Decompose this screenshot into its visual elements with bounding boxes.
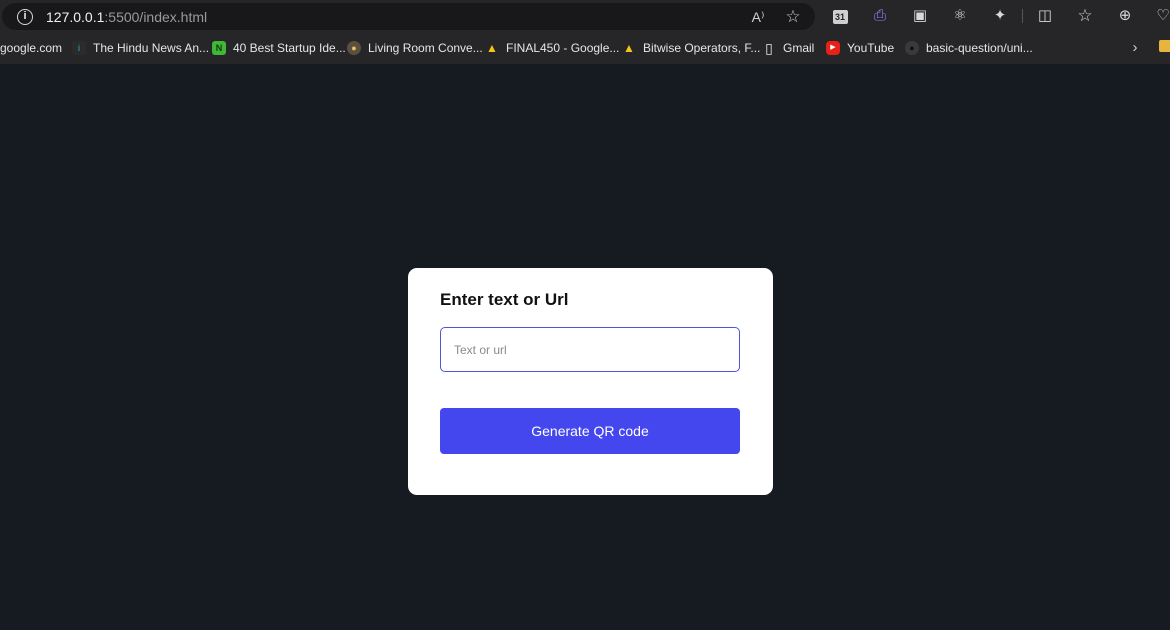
hindu-favicon-icon: i (72, 41, 86, 55)
bookmark-bitwise[interactable]: ▲ Bitwise Operators, F... (622, 39, 760, 57)
split-screen-icon[interactable]: ◫ (1035, 6, 1055, 26)
bookmark-label: YouTube (847, 41, 895, 55)
url-host: 127.0.0.1 (46, 9, 105, 25)
bookmark-label: Gmail (783, 41, 815, 55)
address-bar[interactable]: i 127.0.0.1:5500/index.html A⁾ ☆ (2, 3, 815, 30)
browser-chrome: i 127.0.0.1:5500/index.html A⁾ ☆ 31 ⎙ ▣ … (0, 0, 1170, 64)
youtube-icon: ▶ (826, 41, 840, 55)
github-icon: ● (905, 41, 919, 55)
browser-essentials-icon[interactable]: ♡ (1153, 6, 1170, 26)
bookmark-final450[interactable]: ▲ FINAL450 - Google... (485, 39, 619, 57)
bookmarks-bar: google.com i The Hindu News An... N 40 Bes… (0, 33, 1170, 63)
bookmark-label: FINAL450 - Google... (506, 41, 620, 55)
bookmark-gmail[interactable]: ▯ Gmail (762, 39, 814, 57)
bookmark-label: 40 Best Startup Ide... (233, 41, 346, 55)
more-bookmarks-chevron-icon[interactable]: › (1128, 39, 1142, 57)
collections-icon[interactable]: ⊕ (1115, 6, 1135, 26)
bookmark-label: Living Room Conve... (368, 41, 483, 55)
bookmark-label: basic-question/uni... (926, 41, 1033, 55)
google-drive-icon: ▲ (623, 41, 635, 55)
google-drive-icon: ▲ (486, 41, 498, 55)
bookmark-label: Bitwise Operators, F... (643, 41, 761, 55)
generate-qr-button[interactable]: Generate QR code (440, 408, 740, 454)
bookmark-the-hindu[interactable]: i The Hindu News An... (72, 39, 209, 57)
living-room-favicon-icon: ● (347, 41, 361, 55)
url-text[interactable]: 127.0.0.1:5500/index.html (46, 9, 207, 25)
bookmark-github[interactable]: ● basic-question/uni... (905, 39, 1033, 57)
card-title: Enter text or Url (440, 290, 569, 309)
bookmark-label: The Hindu News An... (93, 41, 210, 55)
bookmark-youtube[interactable]: ▶ YouTube (826, 39, 894, 57)
address-bar-row: i 127.0.0.1:5500/index.html A⁾ ☆ 31 ⎙ ▣ … (0, 0, 1170, 33)
startup-favicon-icon: N (212, 41, 226, 55)
page-icon: ▯ (765, 40, 773, 56)
qr-generator-card: Enter text or Url Generate QR code (408, 268, 773, 495)
url-path: :5500/index.html (104, 9, 208, 25)
bookmark-startup-ideas[interactable]: N 40 Best Startup Ide... (212, 39, 346, 57)
text-or-url-input[interactable] (440, 327, 740, 372)
bookmark-living-room[interactable]: ● Living Room Conve... (347, 39, 483, 57)
bookmark-label: google.com (0, 41, 63, 55)
puzzle-extensions-icon[interactable]: ✦ (990, 6, 1010, 26)
bookmark-google[interactable]: google.com (0, 39, 62, 57)
favorites-icon[interactable]: ☆ (1075, 6, 1095, 26)
react-extension-icon[interactable]: ⚛ (950, 6, 970, 26)
site-info-icon[interactable]: i (17, 9, 33, 25)
favorite-star-icon[interactable]: ☆ (783, 8, 803, 26)
window-extension-icon[interactable]: ▣ (910, 6, 930, 26)
paperclip-extension-icon[interactable]: ⎙ (870, 6, 890, 26)
read-aloud-icon[interactable]: A⁾ (748, 8, 768, 26)
calendar-extension-icon[interactable]: 31 (830, 6, 850, 26)
toolbar-separator (1022, 9, 1023, 23)
bookmarks-folder-icon[interactable] (1159, 40, 1170, 52)
